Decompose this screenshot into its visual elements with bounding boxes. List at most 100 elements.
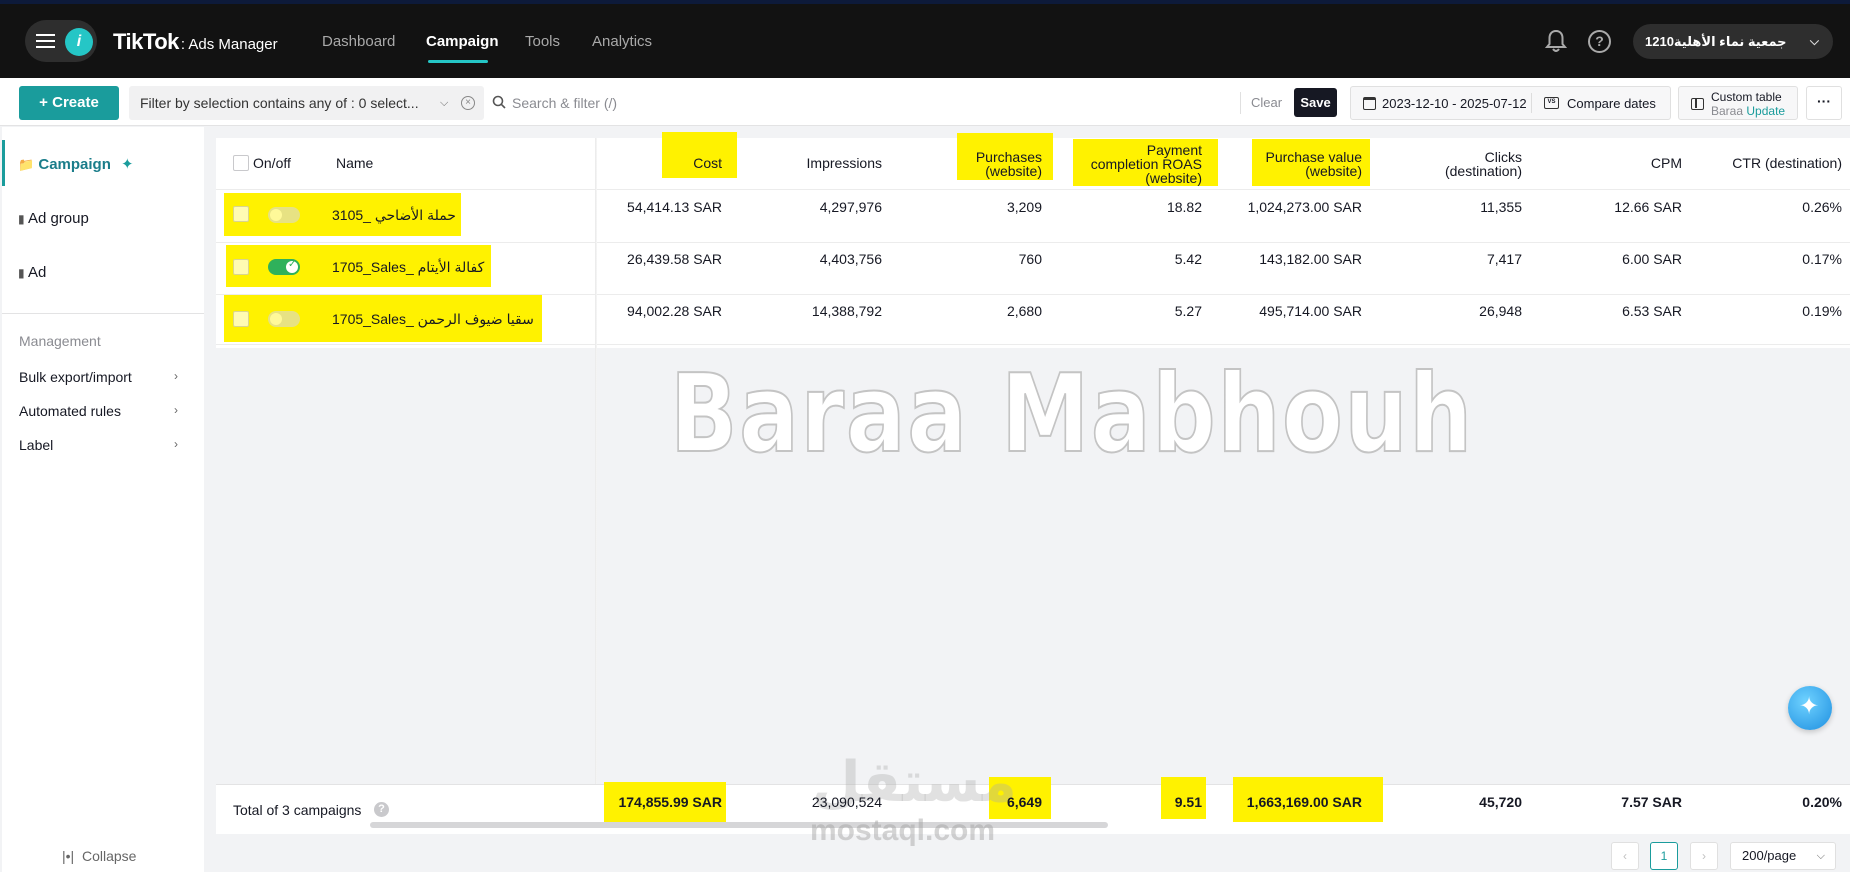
tiktok-ads-manager-logo[interactable]: TikTok: Ads Manager xyxy=(113,29,278,55)
account-switcher[interactable]: جمعية نماء الأهلية1210 ⌵ xyxy=(1633,24,1833,59)
purchases-cell: 2,680 xyxy=(1006,303,1042,319)
plus-icon: + xyxy=(39,94,48,111)
sidebar-item-campaign[interactable]: 📁 Campaign ✦ xyxy=(18,155,134,173)
custom-table-owner: Baraa Update xyxy=(1711,104,1785,118)
compare-dates-button[interactable]: Compare dates xyxy=(1567,96,1656,111)
filter-text: Filter by selection contains any of : 0 … xyxy=(140,95,419,111)
total-cpm: 7.57 SAR xyxy=(1621,794,1682,810)
sidebar-link-label[interactable]: Label xyxy=(19,437,53,453)
chevron-down-icon: ⌵ xyxy=(1816,850,1825,862)
update-link[interactable]: Update xyxy=(1746,104,1785,118)
current-page-button[interactable]: 1 xyxy=(1650,842,1678,870)
cost-cell: 94,002.28 SAR xyxy=(627,303,722,319)
compare-icon: VS xyxy=(1544,97,1559,109)
purchase-value-cell: 1,024,273.00 SAR xyxy=(1247,199,1362,215)
chevron-right-icon: › xyxy=(174,369,178,383)
info-icon[interactable]: i xyxy=(65,28,93,56)
hamburger-menu-icon[interactable] xyxy=(36,34,55,48)
row-checkbox[interactable] xyxy=(233,311,249,327)
purchases-cell: 760 xyxy=(1018,251,1042,267)
page-size-select[interactable]: 200/page ⌵ xyxy=(1730,842,1836,870)
notifications-bell-icon[interactable] xyxy=(1545,29,1567,53)
assistant-star-icon[interactable] xyxy=(1788,686,1832,730)
ctr-cell: 0.26% xyxy=(1802,199,1842,215)
custom-table-owner-name: Baraa xyxy=(1711,104,1744,118)
column-header-clicks[interactable]: Clicks (destination) xyxy=(1382,150,1522,178)
help-icon[interactable]: ? xyxy=(1588,30,1611,53)
sidebar-item-label: Campaign xyxy=(38,156,111,173)
clicks-cell: 11,355 xyxy=(1480,199,1522,215)
column-header-ctr[interactable]: CTR (destination) xyxy=(1692,156,1842,170)
column-header-cpm[interactable]: CPM xyxy=(1582,156,1682,170)
row-checkbox[interactable] xyxy=(233,259,249,275)
horizontal-scrollbar[interactable] xyxy=(370,822,1108,828)
column-header-name[interactable]: Name xyxy=(336,156,373,170)
document-icon: ▮ xyxy=(18,266,25,280)
header-line: (website) xyxy=(1305,163,1362,179)
question-mark-icon[interactable]: ? xyxy=(374,802,389,817)
campaign-name[interactable]: 1705_Sales_ كفالة الأيتام xyxy=(332,259,484,276)
clear-filter-icon[interactable]: × xyxy=(461,96,475,110)
select-all-checkbox[interactable] xyxy=(233,155,249,171)
column-header-impressions[interactable]: Impressions xyxy=(752,156,882,170)
next-page-button[interactable]: › xyxy=(1690,842,1718,870)
cost-cell: 26,439.58 SAR xyxy=(627,251,722,267)
header-line: completion ROAS xyxy=(1090,156,1202,172)
column-header-purchase-value[interactable]: Purchase value (website) xyxy=(1212,150,1362,178)
total-impressions: 23,090,524 xyxy=(811,794,882,810)
date-range: 2023-12-10 - 2025-07-12 xyxy=(1382,96,1527,111)
nav-analytics[interactable]: Analytics xyxy=(592,33,652,50)
custom-table-button[interactable]: Custom table Baraa Update xyxy=(1678,86,1798,120)
campaign-name[interactable]: 3105_ حملة الأضاحي xyxy=(332,207,456,224)
collapse-button[interactable]: |•| Collapse xyxy=(62,848,136,864)
total-purchases: 6,649 xyxy=(1006,794,1042,810)
logo-brand: TikTok xyxy=(113,29,179,54)
purchase-value-cell: 495,714.00 SAR xyxy=(1259,303,1362,319)
sidebar-item-ad-group[interactable]: ▮ Ad group xyxy=(18,210,89,227)
header-line: Purchase value xyxy=(1265,149,1362,165)
roas-cell: 18.82 xyxy=(1166,199,1202,215)
document-icon: ▮ xyxy=(18,212,25,226)
status-toggle-off[interactable] xyxy=(268,207,300,223)
previous-page-button[interactable]: ‹ xyxy=(1611,842,1639,870)
status-toggle-on[interactable]: ✓ xyxy=(268,259,300,275)
nav-tools[interactable]: Tools xyxy=(525,33,560,50)
header-line: (destination) xyxy=(1444,163,1522,179)
purchases-cell: 3,209 xyxy=(1006,199,1042,215)
clicks-cell: 26,948 xyxy=(1479,303,1522,319)
chevron-right-icon: › xyxy=(174,437,178,451)
management-heading: Management xyxy=(19,333,101,349)
sidebar-item-ad[interactable]: ▮ Ad xyxy=(18,264,46,281)
campaign-name[interactable]: 1705_Sales_ سقيا ضيوف الرحمن xyxy=(332,311,534,328)
clear-button[interactable]: Clear xyxy=(1251,95,1282,110)
cpm-cell: 12.66 SAR xyxy=(1614,199,1682,215)
status-toggle-off[interactable] xyxy=(268,311,300,327)
column-header-purchases[interactable]: Purchases (website) xyxy=(942,150,1042,178)
column-header-roas[interactable]: Payment completion ROAS (website) xyxy=(1062,143,1202,185)
collapse-icon: |•| xyxy=(62,848,75,864)
collapse-label: Collapse xyxy=(81,848,137,864)
cost-cell: 54,414.13 SAR xyxy=(627,199,722,215)
header-line: Payment xyxy=(1146,142,1202,158)
column-header-onoff[interactable]: On/off xyxy=(253,156,291,170)
sidebar-divider xyxy=(2,313,204,314)
save-button[interactable]: Save xyxy=(1294,88,1337,117)
nav-campaign[interactable]: Campaign xyxy=(426,33,499,50)
sidebar-link-automated-rules[interactable]: Automated rules xyxy=(19,403,121,419)
cpm-cell: 6.53 SAR xyxy=(1622,303,1682,319)
sidebar-link-bulk-export[interactable]: Bulk export/import xyxy=(19,369,132,385)
total-purchase-value: 1,663,169.00 SAR xyxy=(1246,794,1362,810)
column-header-cost[interactable]: Cost xyxy=(622,156,722,170)
more-options-button[interactable]: ··· xyxy=(1806,86,1842,120)
search-filter-input[interactable] xyxy=(512,86,1232,120)
chevron-down-icon[interactable]: ⌵ xyxy=(440,86,448,120)
nav-active-indicator xyxy=(428,60,488,63)
header-line: Clicks xyxy=(1484,149,1522,165)
header-line: (website) xyxy=(985,163,1042,179)
nav-dashboard[interactable]: Dashboard xyxy=(322,33,395,50)
clicks-cell: 7,417 xyxy=(1486,251,1522,267)
filter-chip[interactable]: Filter by selection contains any of : 0 … xyxy=(129,86,484,120)
row-checkbox[interactable] xyxy=(233,206,249,222)
date-range-picker[interactable]: 2023-12-10 - 2025-07-12 VS Compare dates xyxy=(1350,86,1671,120)
create-button[interactable]: + Create xyxy=(19,86,119,120)
